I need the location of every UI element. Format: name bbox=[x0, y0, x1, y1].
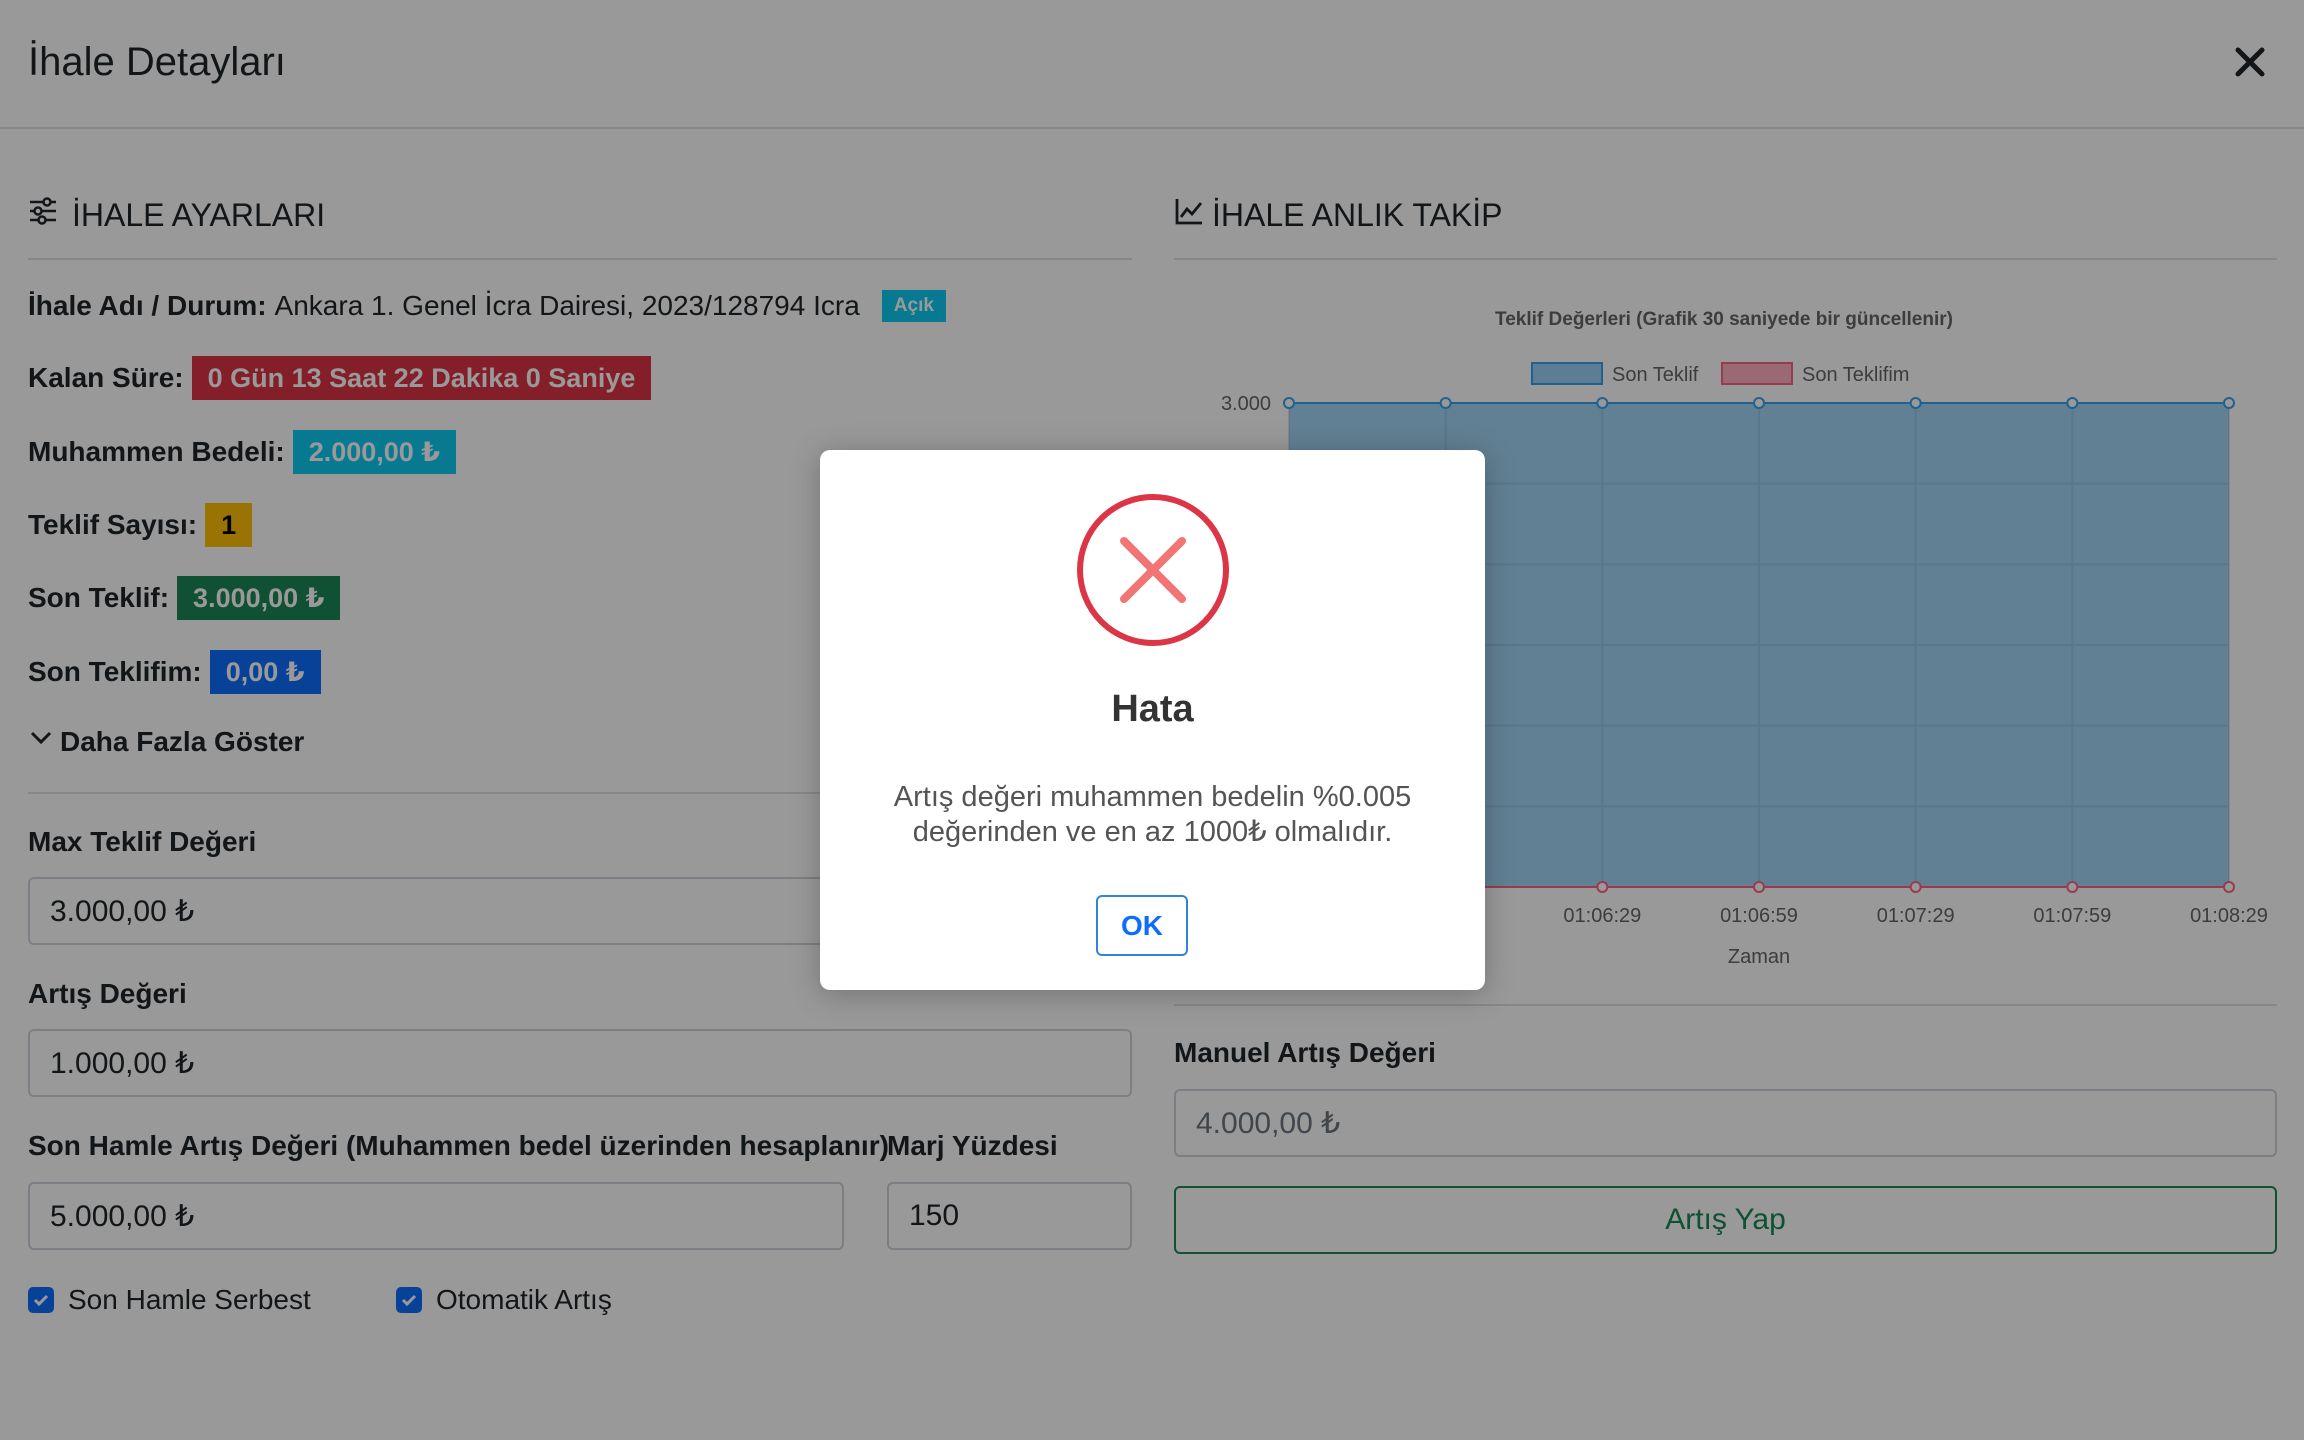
error-dialog: Hata Artış değeri muhammen bedelin %0.00… bbox=[820, 450, 1485, 990]
ok-button[interactable]: OK bbox=[1096, 895, 1188, 956]
dialog-message: Artış değeri muhammen bedelin %0.005 değ… bbox=[893, 781, 1412, 848]
error-x-icon bbox=[1076, 493, 1230, 647]
dialog-title: Hata bbox=[1111, 688, 1194, 730]
